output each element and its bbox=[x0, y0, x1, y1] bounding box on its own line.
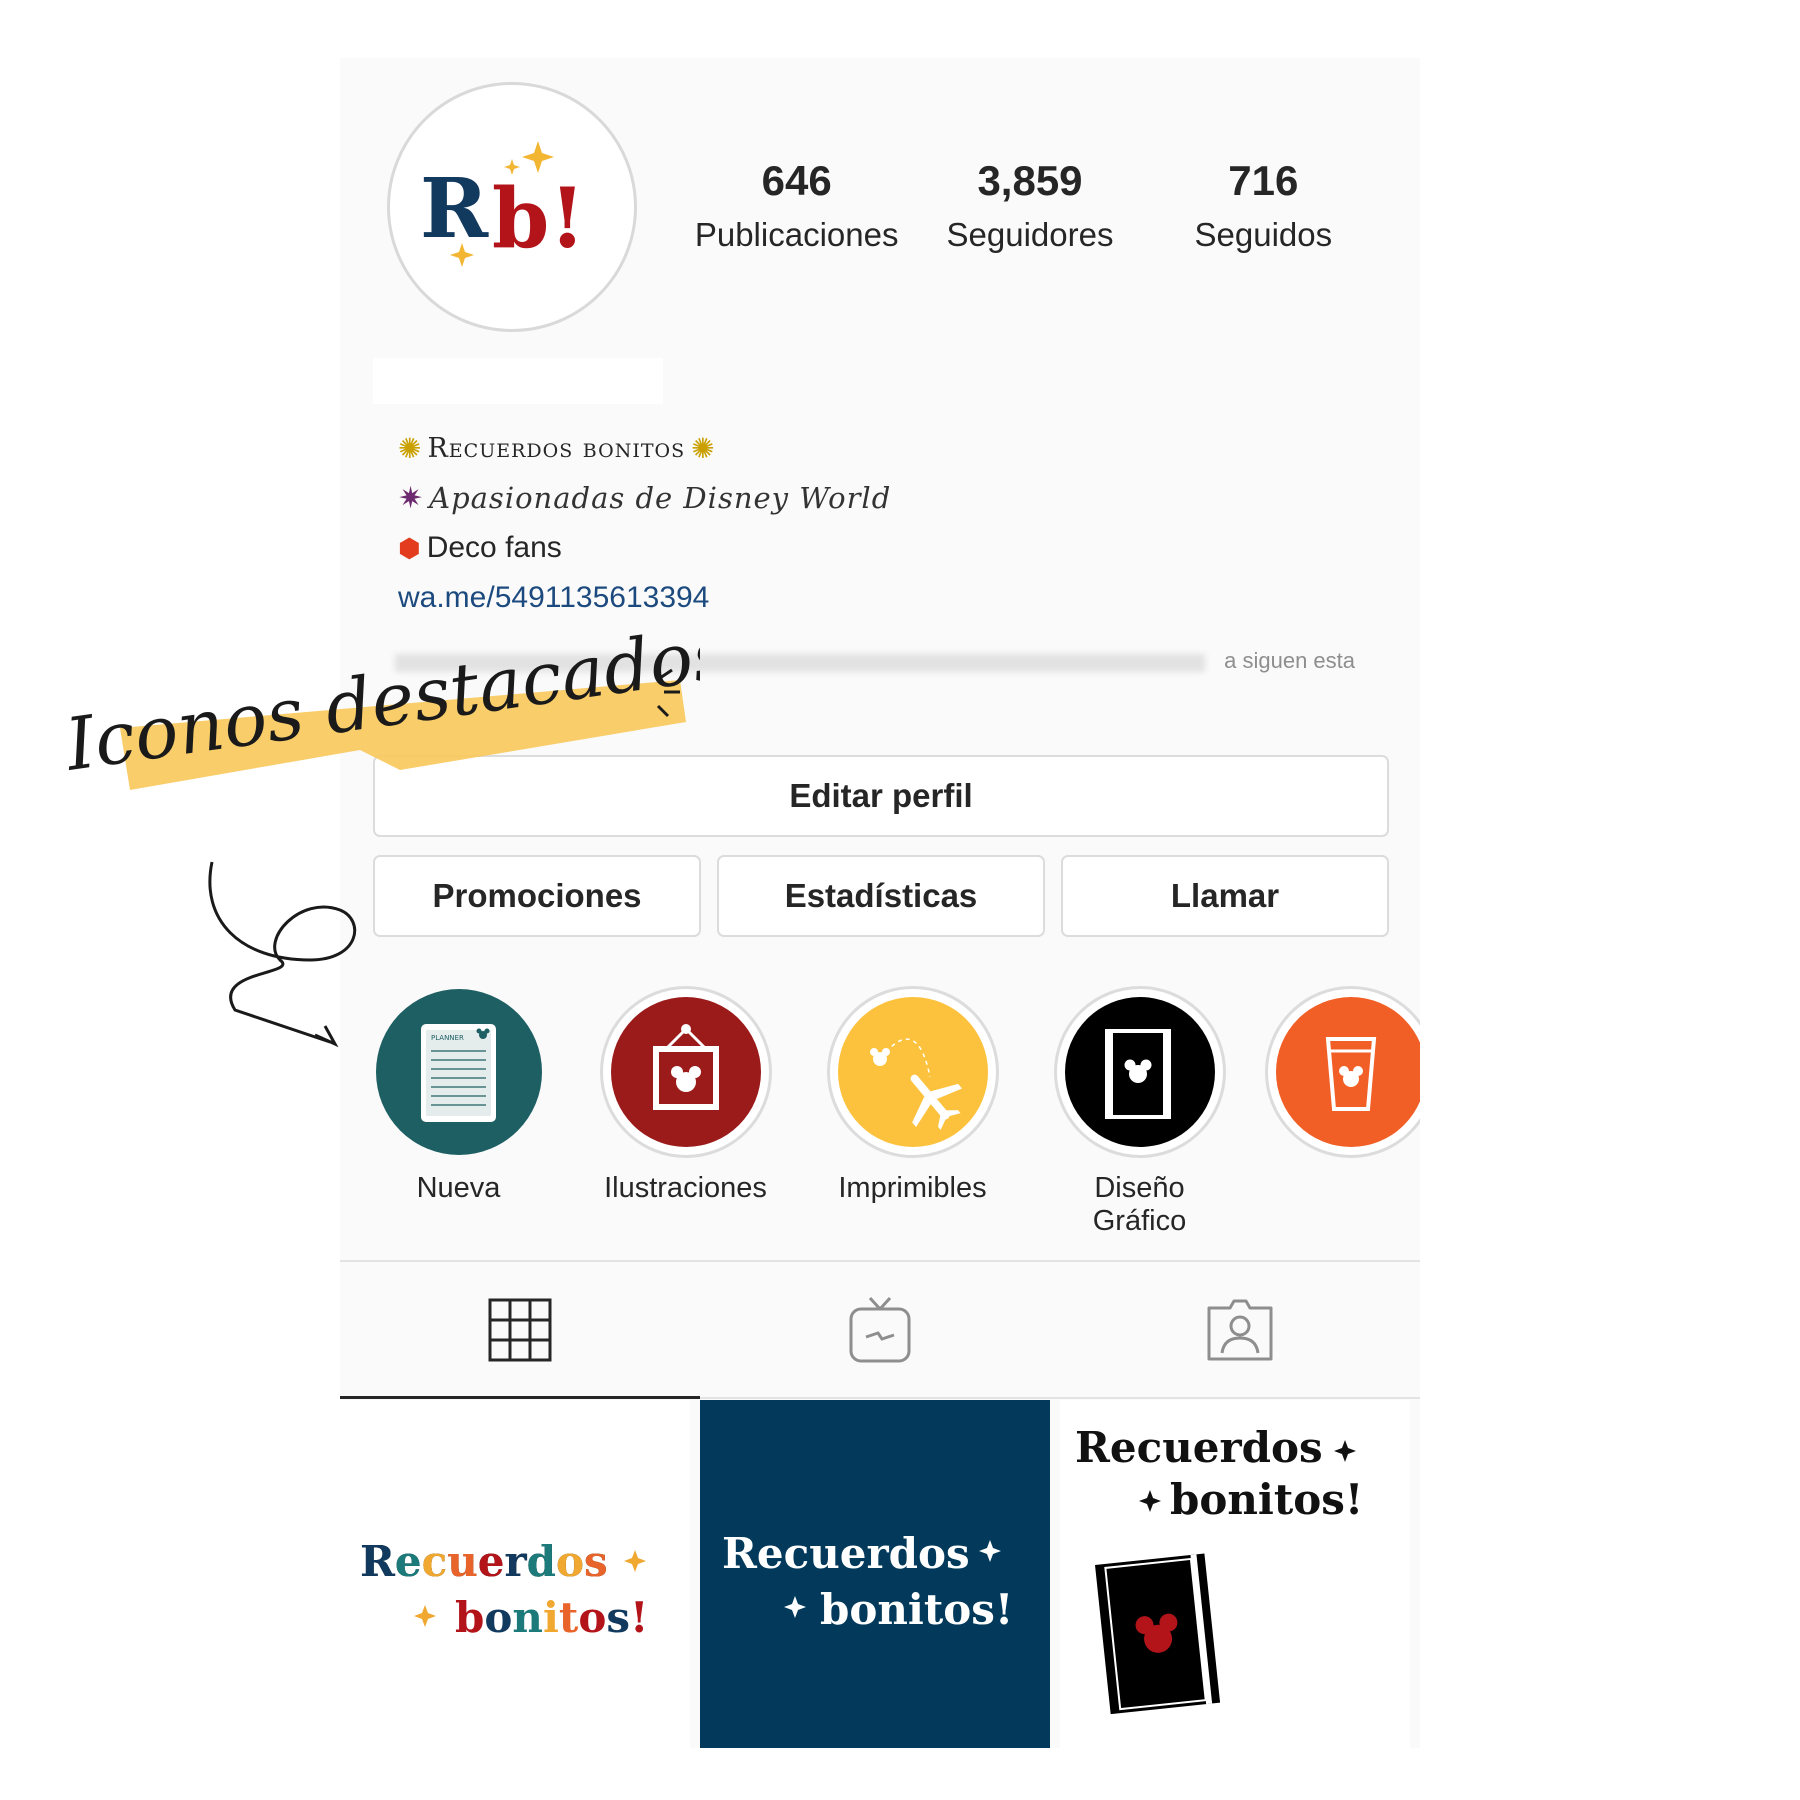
bio-line: ✺ Recuerdos bonitos ✺ bbox=[398, 423, 1298, 473]
bio-line: ✷ Apasionadas de Disney World bbox=[398, 473, 1298, 523]
followed-by-text: a siguen esta bbox=[1224, 648, 1355, 673]
redacted-name bbox=[373, 358, 663, 404]
svg-text:bonitos!: bonitos! bbox=[1170, 1475, 1363, 1524]
tab-grid[interactable] bbox=[340, 1262, 700, 1399]
post-thumbnail[interactable]: Recuerdos bonitos! bbox=[1060, 1400, 1410, 1748]
avatar[interactable]: R b! bbox=[387, 82, 637, 332]
insights-button[interactable]: Estadísticas bbox=[717, 855, 1045, 937]
bio-line: wa.me/5491135613394 bbox=[398, 573, 1298, 623]
highlight-cup[interactable] bbox=[1258, 986, 1420, 1172]
stat-label: Publicaciones bbox=[694, 216, 899, 254]
lantern-icon: ⬢ bbox=[398, 532, 421, 563]
highlight-label: Nueva bbox=[416, 1172, 501, 1204]
tab-igtv[interactable] bbox=[700, 1262, 1060, 1397]
tab-tagged[interactable] bbox=[1060, 1262, 1420, 1397]
igtv-icon bbox=[849, 1296, 911, 1362]
notebook-icon bbox=[1064, 997, 1215, 1147]
stat-value: 3,859 bbox=[977, 157, 1083, 204]
svg-text:b!: b! bbox=[492, 171, 585, 267]
highlight-label: Imprimibles bbox=[838, 1172, 987, 1204]
svg-text:bonitos!: bonitos! bbox=[820, 1585, 1013, 1634]
bio-line: ⬢ Deco fans bbox=[398, 523, 1298, 573]
stat-value: 646 bbox=[761, 157, 832, 204]
tagged-icon bbox=[1207, 1299, 1273, 1360]
svg-text:R: R bbox=[420, 161, 489, 257]
post-logo-notebook: Recuerdos bonitos! bbox=[1075, 1423, 1363, 1715]
stat-posts[interactable]: 646 Publicaciones bbox=[680, 157, 913, 254]
highlight-diseno-grafico[interactable]: Diseño Gráfico bbox=[1047, 986, 1232, 1238]
svg-text:Recuerdos: Recuerdos bbox=[360, 1537, 608, 1586]
sunflower-icon: ✺ bbox=[398, 432, 422, 464]
svg-text:Recuerdos: Recuerdos bbox=[1075, 1423, 1323, 1472]
highlight-imprimibles[interactable]: Imprimibles bbox=[820, 986, 1005, 1205]
airplane-icon bbox=[837, 997, 988, 1147]
bio-tagline: Apasionadas de Disney World bbox=[429, 481, 892, 515]
profile-tabs bbox=[340, 1260, 1420, 1399]
svg-text:bonitos!: bonitos! bbox=[455, 1593, 648, 1642]
post-logo: Recuerdos Recuerdos bonitos! bbox=[360, 1537, 648, 1642]
stat-label: Seguidores bbox=[946, 216, 1114, 254]
grid-icon bbox=[488, 1298, 552, 1361]
arrow-curve bbox=[208, 861, 357, 1044]
cup-icon bbox=[1275, 997, 1420, 1147]
bio-link[interactable]: wa.me/5491135613394 bbox=[398, 581, 709, 615]
post-thumbnail[interactable]: Recuerdos bonitos! bbox=[700, 1400, 1050, 1748]
highlight-ring bbox=[1264, 986, 1420, 1158]
stat-label: Seguidos bbox=[1194, 216, 1333, 254]
svg-text:Recuerdos: Recuerdos bbox=[722, 1529, 970, 1578]
avatar-logo-icon: R b! bbox=[420, 141, 585, 267]
fireworks-icon: ✷ bbox=[398, 481, 424, 515]
annotation-text: Iconos destacados bbox=[60, 630, 700, 787]
bio-title: Recuerdos bonitos bbox=[427, 432, 686, 464]
post-logo: Recuerdos bonitos! bbox=[722, 1529, 1013, 1634]
call-button[interactable]: Llamar bbox=[1061, 855, 1389, 937]
profile-stats: 646 Publicaciones 3,859 Seguidores 716 S… bbox=[680, 157, 1380, 254]
highlight-ring bbox=[826, 986, 999, 1158]
sunflower-icon: ✺ bbox=[691, 432, 715, 464]
bio-deco: Deco fans bbox=[426, 531, 562, 564]
stat-following[interactable]: 716 Seguidos bbox=[1147, 157, 1380, 254]
highlight-label: Diseño Gráfico bbox=[1092, 1172, 1187, 1237]
highlight-label: Ilustraciones bbox=[604, 1172, 767, 1204]
stat-followers[interactable]: 3,859 Seguidores bbox=[913, 157, 1146, 254]
stat-value: 716 bbox=[1228, 157, 1299, 204]
post-thumbnail[interactable]: Recuerdos Recuerdos bonitos! bbox=[340, 1400, 690, 1748]
highlight-ring bbox=[1053, 986, 1226, 1158]
annotation-overlay: Iconos destacados bbox=[60, 630, 700, 1048]
profile-bio: ✺ Recuerdos bonitos ✺ ✷ Apasionadas de D… bbox=[398, 423, 1298, 623]
